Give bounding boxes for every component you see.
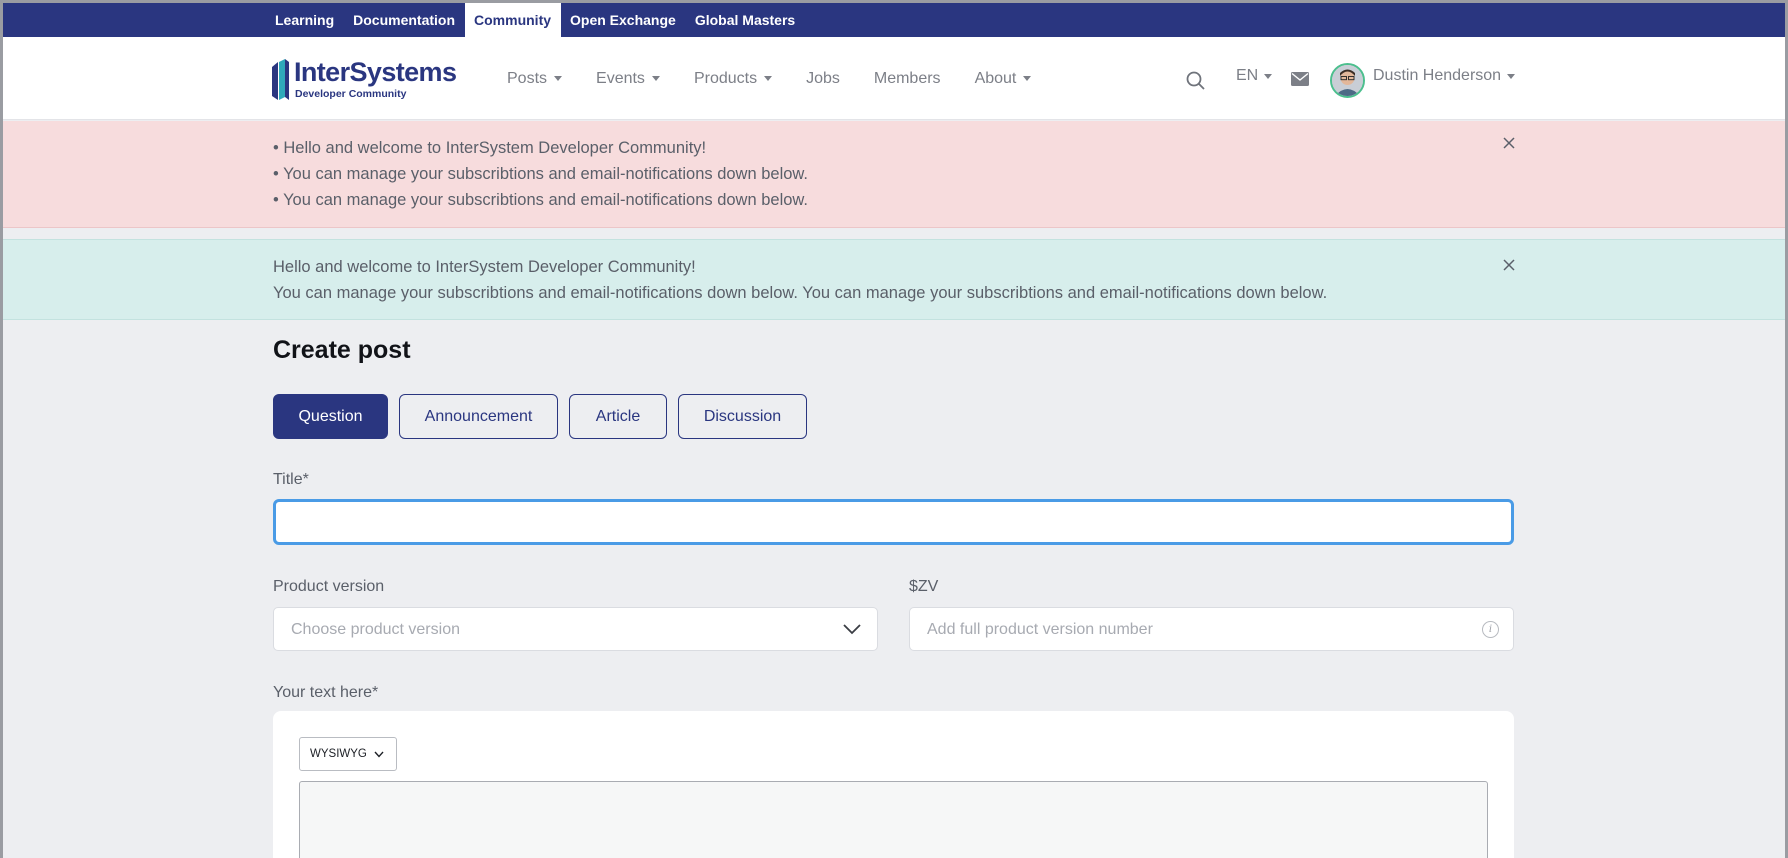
nav-posts[interactable]: Posts (507, 69, 563, 88)
page-title: Create post (273, 336, 411, 364)
top-bar: Learning Documentation Community Open Ex… (0, 0, 1788, 37)
editor-mode-select[interactable]: WYSIWYG (299, 737, 397, 771)
user-name: Dustin Henderson (1373, 67, 1502, 84)
nav-posts-label: Posts (507, 69, 548, 87)
logo-mark-icon (272, 59, 289, 100)
title-label: Title* (273, 471, 309, 488)
caret-down-icon (1264, 73, 1273, 79)
zv-placeholder: Add full product version number (927, 621, 1153, 638)
nav-jobs[interactable]: Jobs (806, 70, 840, 88)
user-menu[interactable]: Dustin Henderson (1373, 67, 1516, 85)
language-selector[interactable]: EN (1236, 67, 1273, 85)
alert-info-text: Hello and welcome to InterSystem Develop… (273, 254, 1327, 306)
top-link-documentation[interactable]: Documentation (344, 2, 465, 37)
caret-down-icon (1507, 73, 1516, 79)
intersystems-logo[interactable]: InterSystems Developer Community (272, 57, 457, 102)
post-body-textarea[interactable] (299, 781, 1488, 858)
chevron-down-icon (843, 624, 861, 635)
zv-label: $ZV (909, 578, 939, 595)
top-link-global-masters[interactable]: Global Masters (685, 2, 804, 37)
caret-down-icon (554, 76, 563, 81)
alert-error: • Hello and welcome to InterSystem Devel… (0, 121, 1788, 228)
tab-article[interactable]: Article (569, 394, 667, 439)
logo-wordmark: InterSystems (294, 57, 457, 87)
mail-icon[interactable] (1291, 72, 1309, 86)
tab-question[interactable]: Question (273, 394, 388, 439)
tab-announcement[interactable]: Announcement (399, 394, 558, 439)
alert-info-line: Hello and welcome to InterSystem Develop… (273, 258, 696, 276)
top-link-learning[interactable]: Learning (266, 2, 344, 37)
nav-about[interactable]: About (975, 70, 1032, 88)
tab-discussion[interactable]: Discussion (678, 394, 807, 439)
search-icon[interactable] (1186, 71, 1205, 90)
close-icon[interactable] (1502, 258, 1516, 272)
nav-about-label: About (974, 69, 1017, 87)
nav-members[interactable]: Members (874, 70, 941, 88)
product-version-select[interactable]: Choose product version (273, 607, 878, 651)
alert-error-text: • Hello and welcome to InterSystem Devel… (273, 135, 808, 213)
nav-events[interactable]: Events (596, 70, 660, 88)
alert-error-line: • You can manage your subscribtions and … (273, 165, 809, 183)
user-photo-icon (1332, 65, 1363, 96)
top-link-community[interactable]: Community (464, 2, 561, 37)
chevron-down-icon (374, 751, 384, 758)
info-icon[interactable]: i (1482, 621, 1499, 638)
nav-events-label: Events (596, 69, 645, 87)
editor-panel: WYSIWYG (273, 711, 1514, 858)
zv-input[interactable]: Add full product version number i (909, 607, 1514, 651)
avatar[interactable] (1330, 63, 1365, 98)
alert-error-line: • Hello and welcome to InterSystem Devel… (273, 139, 707, 157)
alert-info-line: You can manage your subscribtions and em… (273, 284, 1328, 302)
post-type-tabs: Question Announcement Article Discussion (273, 394, 807, 439)
top-link-open-exchange[interactable]: Open Exchange (561, 2, 686, 37)
caret-down-icon (764, 76, 773, 81)
alert-error-line: • You can manage your subscribtions and … (273, 191, 809, 209)
site-header: InterSystems Developer Community Posts E… (0, 37, 1788, 120)
close-icon[interactable] (1502, 136, 1516, 150)
product-version-placeholder: Choose product version (291, 621, 460, 638)
caret-down-icon (651, 76, 660, 81)
nav-members-label: Members (873, 69, 941, 87)
nav-products-label: Products (693, 69, 758, 87)
main-nav: Posts Events Products Jobs Members About (507, 37, 1065, 120)
top-links: Learning Documentation Community Open Ex… (266, 2, 805, 37)
language-label: EN (1236, 67, 1259, 84)
text-label: Your text here* (273, 684, 379, 701)
nav-products[interactable]: Products (693, 69, 773, 88)
title-input[interactable] (273, 499, 1514, 545)
alert-info: Hello and welcome to InterSystem Develop… (0, 239, 1788, 320)
logo-subtitle: Developer Community (295, 88, 407, 100)
product-version-label: Product version (273, 578, 385, 595)
editor-mode-label: WYSIWYG (310, 748, 367, 760)
caret-down-icon (1023, 76, 1032, 81)
nav-jobs-label: Jobs (806, 69, 840, 87)
